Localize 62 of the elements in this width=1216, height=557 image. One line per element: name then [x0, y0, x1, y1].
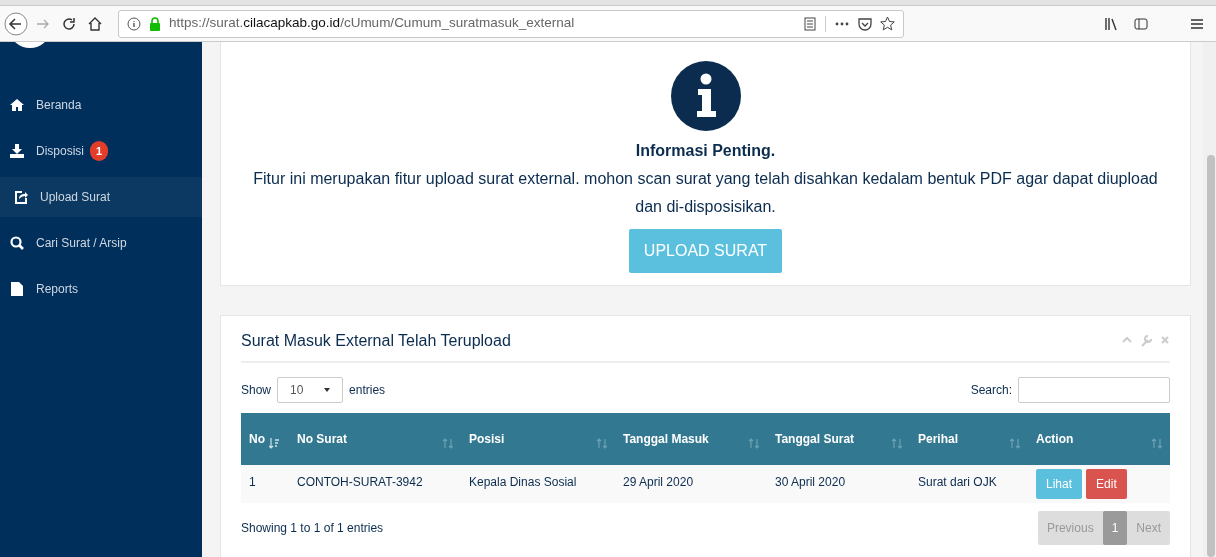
- scrollbar[interactable]: [1203, 42, 1216, 557]
- column-header[interactable]: No Surat: [289, 413, 461, 465]
- column-header[interactable]: Tanggal Surat: [767, 413, 910, 465]
- close-icon[interactable]: [1160, 335, 1170, 345]
- wrench-icon[interactable]: [1140, 335, 1152, 347]
- reader-icon[interactable]: [803, 16, 817, 31]
- sort-icon[interactable]: [443, 438, 453, 450]
- show-label: Show: [241, 382, 272, 399]
- column-header[interactable]: No: [241, 413, 289, 465]
- info-title: Informasi Penting.: [635, 141, 776, 161]
- download-icon: [10, 144, 24, 158]
- back-icon[interactable]: [4, 11, 28, 36]
- sort-icon[interactable]: [269, 438, 279, 450]
- lock-icon: [149, 16, 161, 31]
- card-title: Surat Masuk External Telah Terupload: [241, 331, 511, 351]
- search-label: Search:: [970, 382, 1012, 399]
- file-icon: [10, 282, 24, 296]
- pagination-button[interactable]: 1: [1102, 511, 1128, 545]
- sort-icon[interactable]: [1152, 438, 1162, 450]
- column-header[interactable]: Action: [1028, 413, 1170, 465]
- reload-icon[interactable]: [62, 16, 76, 31]
- entries-label: entries: [349, 382, 386, 399]
- count-badge: 1: [90, 140, 109, 162]
- search-icon: [10, 236, 24, 250]
- info-icon: [127, 16, 141, 31]
- url-text: https://surat.cilacapkab.go.id/cUmum/Cumum_suratmasuk_external: [169, 14, 575, 33]
- table-cell: 30 April 2020: [767, 465, 910, 503]
- sort-icon[interactable]: [597, 438, 607, 450]
- column-header[interactable]: Posisi: [461, 413, 615, 465]
- star-icon[interactable]: [880, 16, 895, 31]
- library-icon[interactable]: [1104, 16, 1118, 31]
- table-cell: Kepala Dinas Sosial: [461, 465, 615, 503]
- sidebar-item[interactable]: Cari Surat / Arsip: [0, 220, 202, 266]
- entries-select[interactable]: 10: [277, 377, 344, 403]
- sidebar-item[interactable]: Disposisi 1: [0, 128, 202, 174]
- sort-icon[interactable]: [1010, 438, 1020, 450]
- home-icon: [10, 98, 24, 112]
- pocket-icon[interactable]: [858, 16, 872, 31]
- sidebar-icon[interactable]: [1134, 16, 1148, 31]
- scrollbar-thumb[interactable]: [1207, 155, 1215, 557]
- table-cell: 29 April 2020: [615, 465, 767, 503]
- table-cell: CONTOH-SURAT-3942: [289, 465, 461, 503]
- caret-icon: [324, 388, 331, 392]
- sidebar-item[interactable]: Upload Surat: [0, 177, 202, 217]
- column-header[interactable]: Tanggal Masuk: [615, 413, 767, 465]
- edit-button[interactable]: Edit: [1086, 469, 1127, 499]
- sidebar-item[interactable]: Beranda: [0, 82, 202, 128]
- table-cell: Surat dari OJK: [910, 465, 1028, 503]
- info-icon: [670, 61, 741, 131]
- table-info: Showing 1 to 1 of 1 entries: [241, 520, 384, 537]
- info-message: Fitur ini merupakan fitur upload surat external. mohon scan surat yang telah disahkan kedalam bentuk PDF agar dapat diupload dan di-disposisikan.: [252, 169, 1159, 217]
- home-icon[interactable]: [88, 16, 102, 31]
- menu-icon[interactable]: [1190, 16, 1204, 31]
- sort-icon[interactable]: [892, 438, 902, 450]
- sort-icon[interactable]: [749, 438, 759, 450]
- sidebar-item[interactable]: Reports: [0, 266, 202, 312]
- column-header[interactable]: Perihal: [910, 413, 1028, 465]
- search-field[interactable]: [1018, 377, 1170, 403]
- share-icon: [14, 190, 28, 204]
- address-bar[interactable]: https://surat.cilacapkab.go.id/cUmum/Cumum_suratmasuk_external: [118, 9, 904, 38]
- table-cell: 1: [241, 465, 289, 503]
- collapse-icon[interactable]: [1122, 335, 1132, 345]
